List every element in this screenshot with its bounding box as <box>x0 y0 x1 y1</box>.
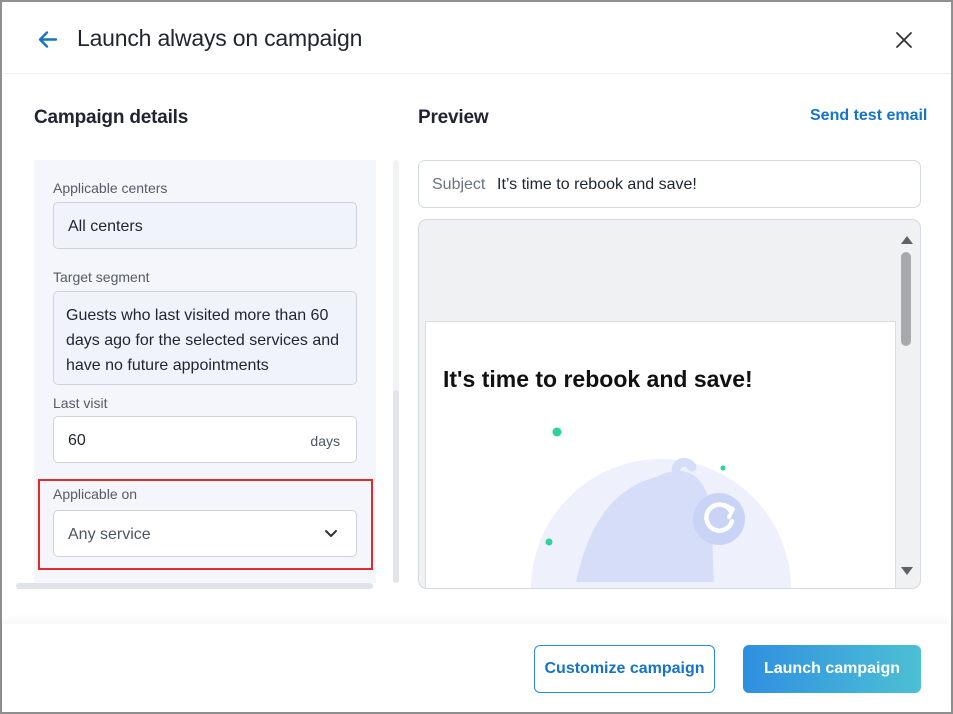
preview-scrollbar[interactable] <box>897 224 917 586</box>
applicable-centers-field[interactable]: All centers <box>53 202 357 249</box>
applicable-on-highlight <box>38 479 373 570</box>
target-segment-field[interactable]: Guests who last visited more than 60 day… <box>53 291 357 385</box>
preview-title: Preview <box>418 107 489 128</box>
dialog-title: Launch always on campaign <box>77 25 363 51</box>
back-button[interactable] <box>34 26 62 54</box>
subject-value: It’s time to rebook and save! <box>497 176 697 193</box>
arrow-left-icon <box>38 31 58 48</box>
campaign-details-title: Campaign details <box>34 107 189 128</box>
bell-rebook-icon <box>531 427 791 588</box>
preview-scrollbar-thumb[interactable] <box>901 252 911 346</box>
target-segment-value: Guests who last visited more than 60 day… <box>66 307 340 374</box>
applicable-centers-value: All centers <box>68 218 143 235</box>
applicable-centers-label: Applicable centers <box>53 180 168 196</box>
customize-campaign-button[interactable]: Customize campaign <box>534 645 715 693</box>
launch-campaign-button[interactable]: Launch campaign <box>743 645 921 693</box>
last-visit-value: 60 <box>68 432 86 449</box>
subject-label: Subject <box>432 176 486 193</box>
close-icon <box>896 32 912 48</box>
email-preview: It's time to rebook and save! <box>418 219 921 589</box>
last-visit-unit: days <box>310 433 340 449</box>
subject-line: Subject It’s time to rebook and save! <box>418 160 921 208</box>
last-visit-input[interactable]: 60 days <box>53 416 357 463</box>
send-test-email-link[interactable]: Send test email <box>810 107 927 125</box>
target-segment-label: Target segment <box>53 269 150 285</box>
last-visit-label: Last visit <box>53 395 108 411</box>
details-scrollbar-thumb[interactable] <box>393 390 399 583</box>
scroll-down-arrow-icon[interactable] <box>901 567 913 575</box>
details-horizontal-scrollbar[interactable] <box>16 583 373 589</box>
email-body: It's time to rebook and save! <box>425 321 896 588</box>
email-heading: It's time to rebook and save! <box>443 366 753 392</box>
scroll-up-arrow-icon[interactable] <box>901 236 913 244</box>
close-button[interactable] <box>890 26 918 54</box>
